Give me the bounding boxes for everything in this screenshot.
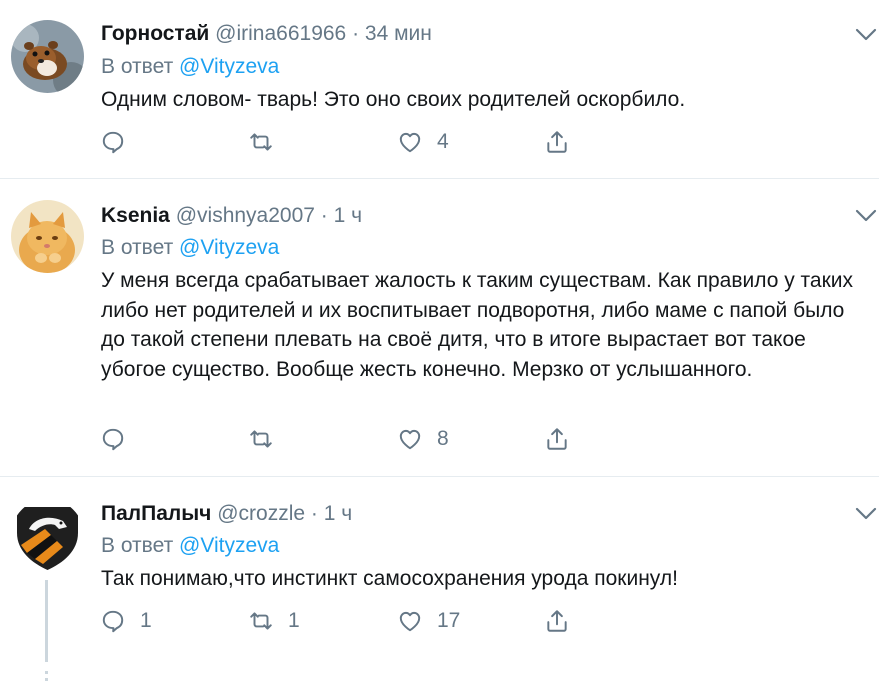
reply-context: В ответ @Vityzeva [101, 235, 279, 261]
retweet-count: 1 [288, 609, 300, 632]
speech-bubble-icon [102, 428, 124, 451]
share-button[interactable] [544, 424, 570, 454]
chevron-down-icon[interactable] [855, 209, 877, 223]
reply-button[interactable]: 1 [100, 606, 152, 636]
share-button[interactable] [544, 127, 570, 157]
like-count: 17 [437, 609, 461, 632]
reply-prefix: В ответ [101, 55, 174, 78]
avatar[interactable] [11, 200, 84, 273]
like-button[interactable]: 8 [397, 424, 449, 454]
avatar[interactable] [11, 499, 84, 572]
retweet-button[interactable]: 1 [248, 606, 300, 636]
mention-link[interactable]: @Vityzeva [179, 534, 279, 557]
reply-prefix: В ответ [101, 534, 174, 557]
tweet-actions: 1 1 17 [100, 606, 580, 636]
timestamp[interactable]: 1 ч [324, 502, 352, 525]
share-upload-icon [547, 610, 567, 632]
mention-link[interactable]: @Vityzeva [179, 55, 279, 78]
reply-prefix: В ответ [101, 236, 174, 259]
user-handle[interactable]: @irina661966 [215, 22, 346, 45]
thread-connector-dots [45, 671, 48, 681]
chevron-down-icon[interactable] [855, 507, 877, 521]
retweet-arrows-icon [250, 133, 272, 151]
reply-tweet-3[interactable]: ПалПалыч @crozzle · 1 ч В ответ @Vityzev… [0, 477, 879, 681]
shield-avatar-image [11, 499, 84, 572]
avatar[interactable] [11, 20, 84, 93]
reply-tweet-2[interactable]: Ksenia @vishnya2007 · 1 ч В ответ @Vityz… [0, 179, 879, 476]
heart-outline-icon [399, 132, 421, 153]
heart-outline-icon [399, 429, 421, 450]
tweet-actions: 4 [100, 127, 580, 157]
reply-button[interactable] [100, 127, 140, 157]
like-button[interactable]: 4 [397, 127, 449, 157]
tweet-header: Горностай @irina661966 · 34 мин [101, 21, 432, 47]
like-count: 4 [437, 130, 449, 153]
reply-count: 1 [140, 609, 152, 632]
reply-button[interactable] [100, 424, 140, 454]
separator-dot: · [305, 502, 324, 525]
share-upload-icon [547, 131, 567, 153]
display-name[interactable]: ПалПалыч [101, 502, 211, 525]
user-handle[interactable]: @crozzle [217, 502, 305, 525]
like-count: 8 [437, 427, 449, 450]
heart-outline-icon [399, 611, 421, 632]
display-name[interactable]: Ksenia [101, 204, 170, 227]
display-name[interactable]: Горностай [101, 22, 209, 45]
kitten-avatar-image [11, 200, 84, 273]
chevron-down-icon[interactable] [855, 28, 877, 42]
mention-link[interactable]: @Vityzeva [179, 236, 279, 259]
reply-context: В ответ @Vityzeva [101, 533, 279, 559]
retweet-button[interactable] [248, 424, 288, 454]
timestamp[interactable]: 1 ч [334, 204, 362, 227]
retweet-arrows-icon [250, 430, 272, 448]
reply-context: В ответ @Vityzeva [101, 54, 279, 80]
share-button[interactable] [544, 606, 570, 636]
tweet-text: У меня всегда срабатывает жалость к таки… [101, 269, 854, 381]
stoat-avatar-image [11, 20, 84, 93]
speech-bubble-icon [102, 610, 124, 633]
timestamp[interactable]: 34 мин [365, 22, 432, 45]
tweet-header: ПалПалыч @crozzle · 1 ч [101, 501, 352, 527]
separator-dot: · [346, 22, 365, 45]
tweet-header: Ksenia @vishnya2007 · 1 ч [101, 203, 362, 229]
like-button[interactable]: 17 [397, 606, 460, 636]
tweet-actions: 8 [100, 424, 580, 454]
retweet-arrows-icon [250, 612, 272, 630]
tweet-text: Так понимаю,что инстинкт самосохранения … [101, 567, 678, 590]
thread-connector-line [45, 580, 48, 662]
user-handle[interactable]: @vishnya2007 [176, 204, 315, 227]
separator-dot: · [314, 204, 334, 227]
speech-bubble-icon [102, 131, 124, 154]
reply-tweet-1[interactable]: Горностай @irina661966 · 34 мин В ответ … [0, 0, 879, 178]
share-upload-icon [547, 428, 567, 450]
retweet-button[interactable] [248, 127, 288, 157]
tweet-text: Одним словом- тварь! Это оно своих родит… [101, 88, 686, 111]
